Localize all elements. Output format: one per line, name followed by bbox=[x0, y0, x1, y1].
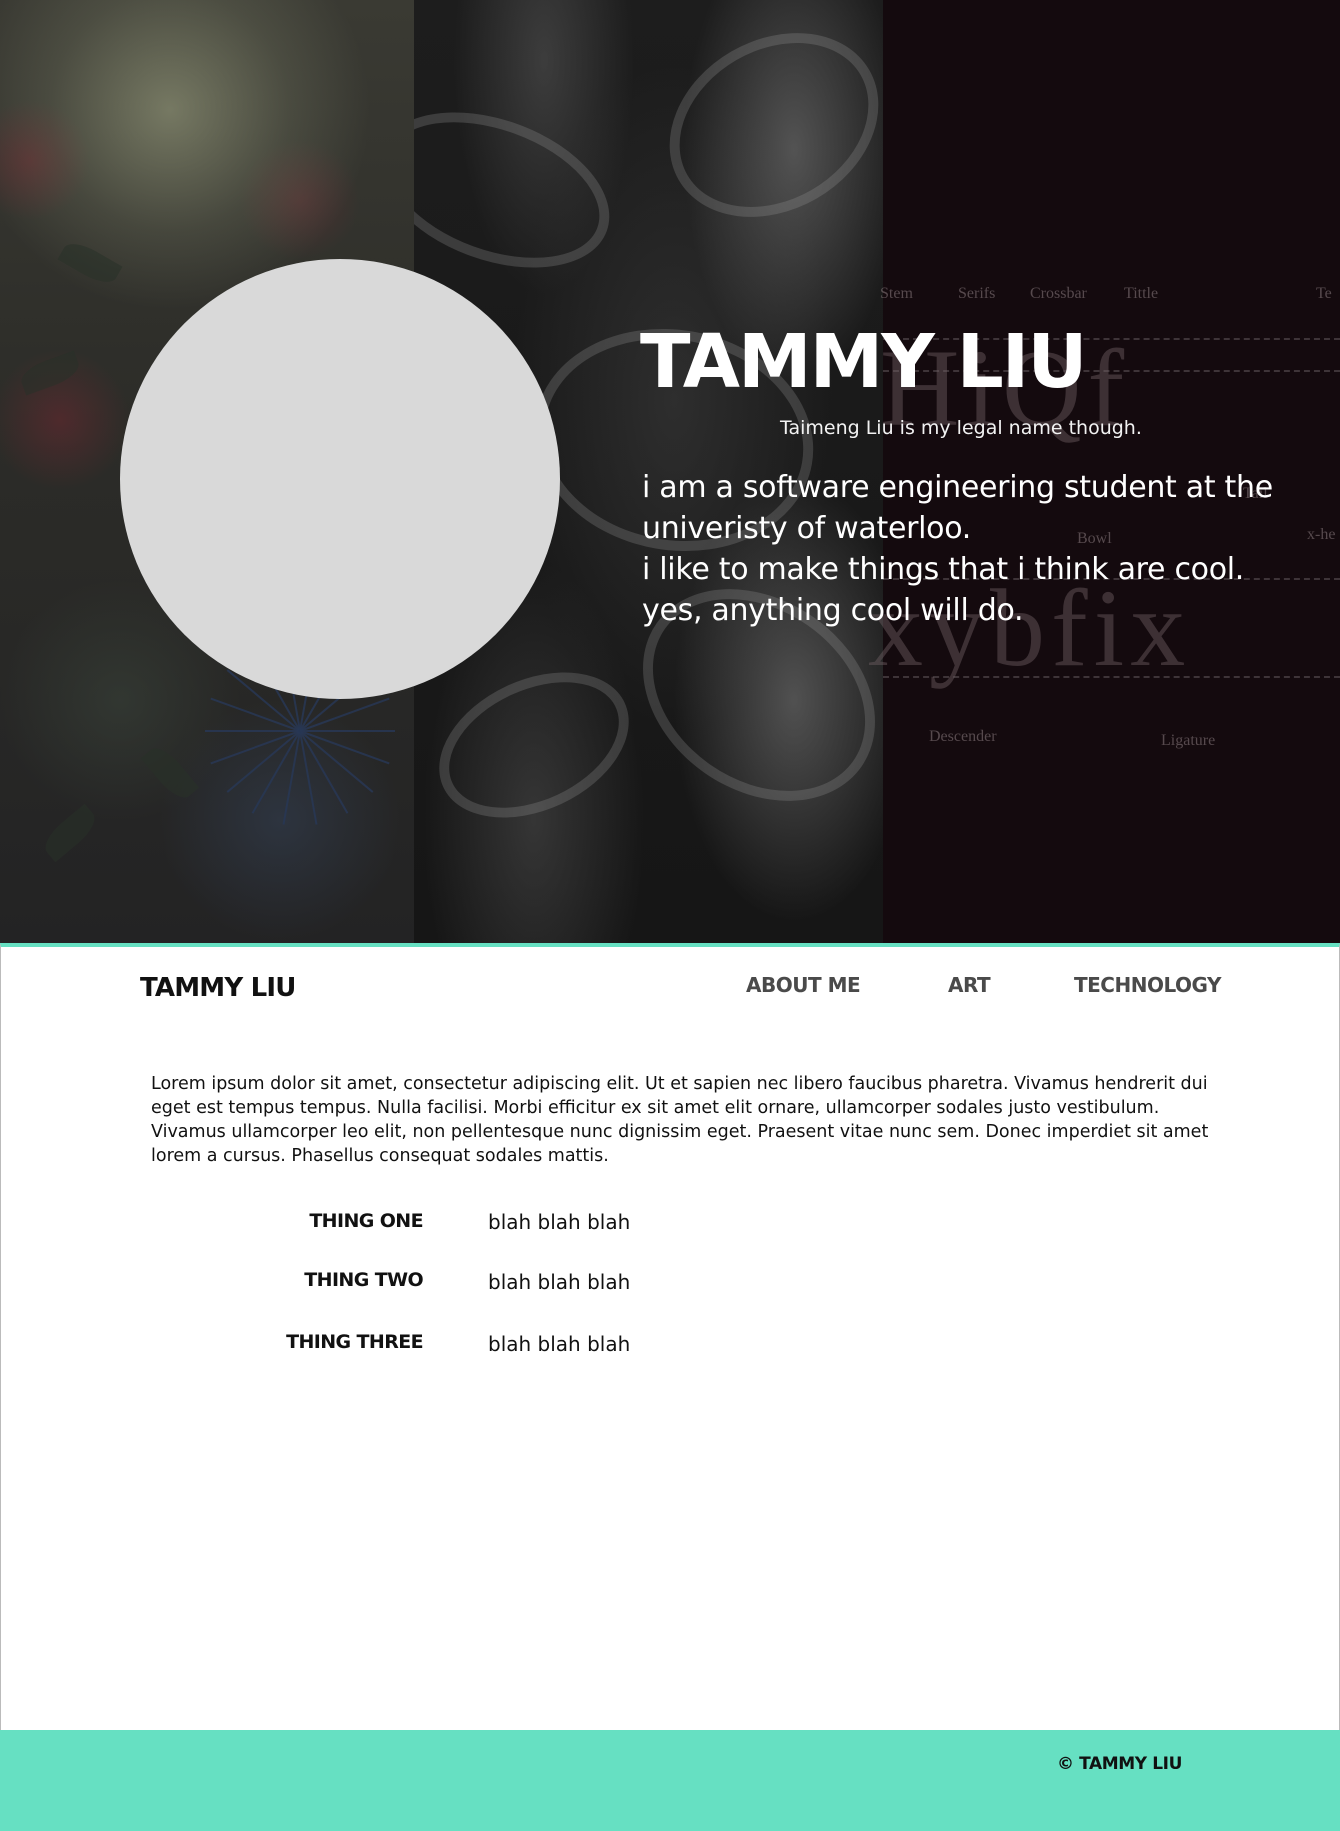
hero-bio: i am a software engineering student at t… bbox=[642, 467, 1282, 631]
avatar-placeholder bbox=[120, 259, 560, 699]
thing-label-three: THING THREE bbox=[286, 1331, 424, 1353]
bio-line: i am a software engineering student at t… bbox=[642, 470, 1273, 505]
thing-value-one: blah blah blah bbox=[488, 1210, 631, 1234]
bio-line: univeristy of waterloo. bbox=[642, 511, 972, 546]
leaf-shape bbox=[38, 803, 102, 863]
sketch-stroke bbox=[415, 643, 653, 847]
intro-paragraph: Lorem ipsum dolor sit amet, consectetur … bbox=[151, 1074, 1209, 1166]
type-label-x-height: x-he bbox=[1307, 526, 1336, 543]
type-label-stem: Stem bbox=[880, 285, 913, 302]
type-label-crossbar: Crossbar bbox=[1030, 285, 1087, 302]
type-label-ligature: Ligature bbox=[1161, 732, 1216, 749]
nav-link-art[interactable]: ART bbox=[948, 973, 991, 997]
leaf-shape bbox=[57, 236, 123, 290]
thing-label-one: THING ONE bbox=[309, 1210, 423, 1232]
hero-title: TAMMY LIU bbox=[640, 319, 1087, 405]
type-label-descender: Descender bbox=[929, 728, 997, 745]
leaf-shape bbox=[17, 350, 83, 396]
type-label-serifs: Serifs bbox=[958, 285, 996, 302]
sketch-stroke bbox=[636, 0, 883, 254]
hero-banner: Stem Serifs Crossbar Tittle Te Tail Bowl… bbox=[0, 0, 1340, 943]
thing-label-two: THING TWO bbox=[304, 1269, 423, 1291]
top-navigation-bar: TAMMY LIU ABOUT ME ART TECHNOLOGY bbox=[0, 943, 1340, 1028]
bio-line: yes, anything cool will do. bbox=[642, 593, 1024, 628]
footer-bar: © TAMMY LIU bbox=[0, 1730, 1340, 1831]
type-label-terminal: Te bbox=[1316, 285, 1332, 302]
hero-legal-name-note: Taimeng Liu is my legal name though. bbox=[780, 417, 1142, 439]
type-label-tittle: Tittle bbox=[1124, 285, 1159, 302]
about-section: Lorem ipsum dolor sit amet, consectetur … bbox=[0, 1024, 1340, 1730]
thing-value-two: blah blah blah bbox=[488, 1270, 631, 1294]
sketch-stroke bbox=[414, 83, 631, 297]
bio-line: i like to make things that i think are c… bbox=[642, 552, 1245, 587]
thing-value-three: blah blah blah bbox=[488, 1332, 631, 1356]
nav-brand-link[interactable]: TAMMY LIU bbox=[140, 973, 296, 1003]
nav-link-technology[interactable]: TECHNOLOGY bbox=[1074, 973, 1221, 997]
leaf-shape bbox=[140, 741, 200, 805]
nav-link-about-me[interactable]: ABOUT ME bbox=[746, 973, 861, 997]
footer-copyright: © TAMMY LIU bbox=[1057, 1754, 1182, 1774]
